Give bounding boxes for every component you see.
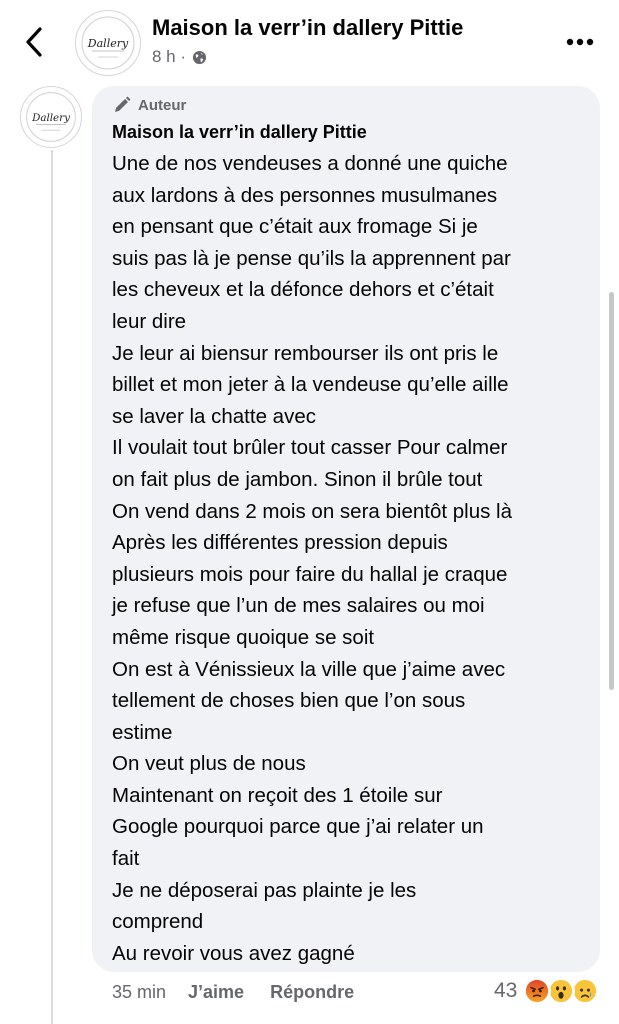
comment-line: je refuse que l’un de mes salaires ou mo… [112, 594, 485, 618]
scrollbar[interactable] [609, 292, 614, 690]
comment-author[interactable]: Maison la verr’in dallery Pittie [112, 122, 367, 143]
post-meta: 8 h · [152, 47, 207, 67]
comment-line: billet et mon jeter à la vendeuse qu’ell… [112, 373, 509, 397]
comment-line: estime [112, 720, 173, 744]
sad-emoji-icon [571, 977, 600, 1005]
comment-line: leur dire [112, 309, 187, 333]
comment-line: se laver la chatte avec [112, 404, 316, 428]
back-button[interactable] [18, 22, 54, 62]
comment-line: aux lardons à des personnes musulmanes [112, 183, 498, 207]
post-header: Dallery Maison la verr’in dallery Pittie… [0, 0, 619, 86]
angry-emoji-icon [523, 977, 552, 1005]
comment-line: les cheveux et la défonce dehors et c’ét… [112, 278, 494, 302]
reactions-summary[interactable]: 43 [494, 976, 601, 1006]
page-avatar[interactable]: Dallery [75, 10, 141, 76]
avatar-logo-text: Dallery [87, 37, 129, 50]
comment-avatar[interactable]: Dallery [20, 86, 82, 148]
reply-button[interactable]: Répondre [270, 982, 354, 1003]
comment-line: Il voulait tout brûler tout casser Pour … [112, 436, 508, 460]
like-button[interactable]: J’aime [188, 982, 244, 1003]
comment-line: Une de nos vendeuses a donné une quiche [112, 152, 508, 175]
comment-line: On est à Vénissieux la ville que j’aime … [112, 657, 506, 681]
comment-text: Une de nos vendeuses a donné une quiche a… [112, 148, 590, 969]
comment-line: tellement de choses bien que l’on sous [112, 689, 466, 713]
wow-emoji-icon [547, 977, 576, 1005]
reaction-count: 43 [494, 979, 518, 1002]
post-time: 8 h · [152, 47, 187, 66]
comment-line: en pensant que c’était aux fromage Si je [112, 215, 478, 239]
bakery-logo: Dallery [81, 16, 135, 70]
comment-line: Google pourquoi parce que j’ai relater u… [112, 815, 484, 839]
comment-actions: 35 min J’aime Répondre [112, 982, 354, 1003]
pen-icon [115, 96, 131, 112]
comment-line: Maintenant on reçoit des 1 étoile sur [112, 783, 443, 807]
comment-line: fait [112, 847, 140, 871]
author-badge: Auteur [112, 95, 186, 115]
thread-line [51, 150, 53, 1024]
page-name[interactable]: Maison la verr’in dallery Pittie [152, 15, 463, 41]
more-dots-icon [566, 38, 594, 46]
comment-time[interactable]: 35 min [112, 982, 166, 1003]
more-options-button[interactable] [562, 28, 598, 56]
bakery-logo: Dallery [26, 92, 76, 142]
comment-line: On vend dans 2 mois on sera bientôt plus… [112, 499, 512, 523]
comment-line: Après les différentes pression depuis [112, 531, 448, 555]
comment-line: comprend [112, 910, 204, 934]
chevron-left-icon [26, 27, 42, 57]
comment-line: même risque quoique se soit [112, 625, 375, 649]
comment-line: Je ne déposerai pas plainte je les [112, 878, 417, 902]
comment-line: on fait plus de jambon. Sinon il brûle t… [112, 467, 483, 491]
globe-icon [192, 50, 207, 64]
comment-line: Je leur ai biensur rembourser ils ont pr… [112, 341, 499, 365]
author-badge-label: Auteur [138, 96, 187, 114]
comment-line: Au revoir vous avez gagné [112, 941, 355, 965]
comment-line: plusieurs mois pour faire du hallal je c… [112, 562, 508, 586]
comment-line: suis pas là je pense qu’ils la apprennen… [112, 246, 511, 270]
avatar-logo-text: Dallery [31, 112, 70, 124]
comment-line: On veut plus de nous [112, 752, 306, 776]
